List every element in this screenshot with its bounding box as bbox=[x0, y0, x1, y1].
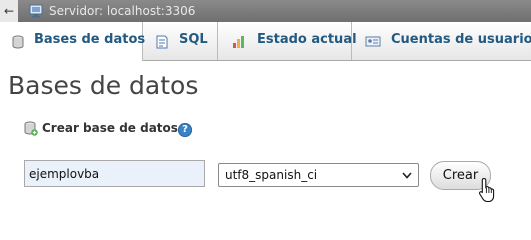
chart-icon bbox=[233, 36, 244, 48]
users-icon bbox=[365, 36, 381, 47]
main-tabs: Bases de datos SQL Estado actual Cuentas… bbox=[0, 22, 531, 61]
tab-label: SQL bbox=[179, 32, 208, 47]
collation-select[interactable]: utf8_spanish_ci bbox=[218, 163, 419, 187]
hand-pointer-cursor-icon bbox=[478, 177, 495, 203]
tab-label: Bases de datos bbox=[34, 32, 146, 47]
sql-icon bbox=[156, 35, 168, 49]
tab-sql[interactable]: SQL bbox=[143, 22, 218, 60]
server-title[interactable]: Servidor: localhost:3306 bbox=[49, 3, 195, 19]
back-arrow-button[interactable]: ← bbox=[0, 0, 18, 22]
database-name-input[interactable] bbox=[24, 160, 205, 187]
server-icon bbox=[29, 4, 43, 18]
tab-user-accounts[interactable]: Cuentas de usuarios bbox=[352, 22, 531, 60]
tab-status[interactable]: Estado actual bbox=[218, 22, 357, 60]
add-database-icon bbox=[24, 121, 38, 136]
server-bar: ← Servidor: localhost:3306 bbox=[0, 0, 531, 22]
create-database-text: Crear base de datos bbox=[42, 121, 178, 135]
tab-label: Cuentas de usuarios bbox=[391, 32, 531, 47]
help-icon[interactable]: ? bbox=[178, 123, 192, 137]
database-icon bbox=[12, 35, 24, 49]
chevron-down-icon bbox=[402, 172, 412, 179]
page-title: Bases de datos bbox=[8, 71, 199, 100]
tab-label: Estado actual bbox=[257, 32, 357, 47]
collation-selected-value: utf8_spanish_ci bbox=[225, 168, 318, 182]
tab-databases[interactable]: Bases de datos bbox=[0, 22, 146, 61]
